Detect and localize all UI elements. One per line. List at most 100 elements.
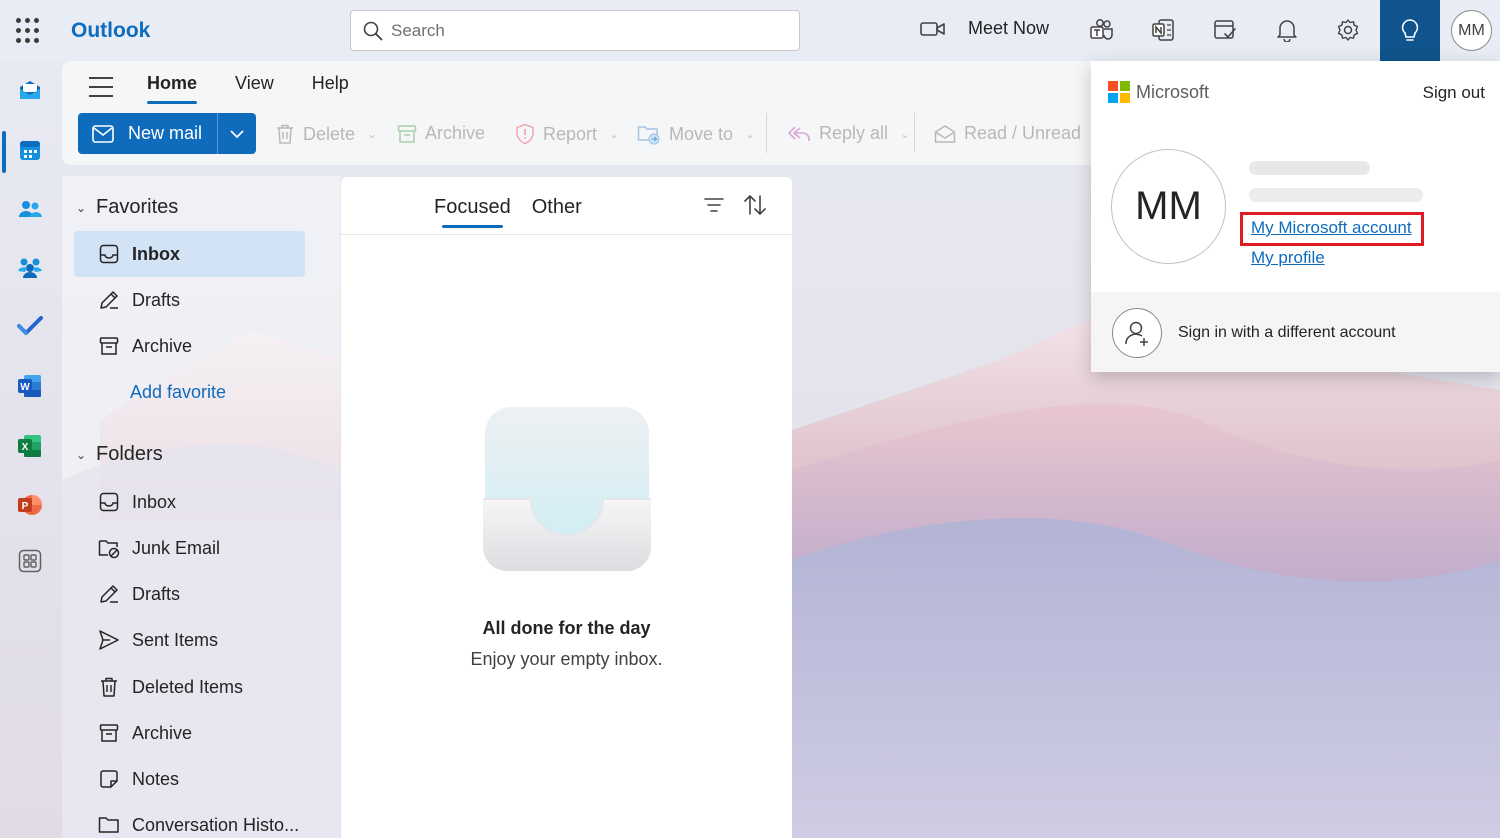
people-app-icon[interactable] [15,194,45,224]
junk-icon [98,537,120,559]
folder-item-junk-email[interactable]: Junk Email [74,525,305,571]
bell-icon[interactable] [1272,14,1302,46]
different-account-row[interactable]: Sign in with a different account [1091,292,1500,372]
empty-state-title: All done for the day [482,618,651,638]
read-unread-button[interactable]: Read / Unread [934,123,1081,144]
tips-button[interactable] [1380,0,1440,61]
new-mail-dropdown[interactable] [218,113,256,154]
tab-view[interactable]: View [235,73,274,100]
report-button[interactable]: Report ⌄ [515,123,619,145]
microsoft-brand: Microsoft [1108,81,1209,103]
sort-icon[interactable] [743,194,767,221]
gear-icon[interactable] [1333,14,1363,46]
my-microsoft-account-link[interactable]: My Microsoft account [1251,218,1412,238]
new-mail-label: New mail [128,123,203,143]
folder-item-sent-items[interactable]: Sent Items [74,617,305,663]
inbox-icon [98,491,120,513]
rail-active-indicator [2,131,6,173]
folder-item-inbox[interactable]: Inbox [74,479,305,525]
lightbulb-icon [1401,18,1419,41]
folder-item-label: Sent Items [132,629,219,650]
search-box[interactable] [350,10,800,51]
meet-now-label: Meet Now [968,18,1050,38]
folder-item-label: Inbox [132,491,177,512]
tab-focused[interactable]: Focused [434,196,511,228]
folder-item-conversation-history[interactable]: Conversation Histo... [74,802,305,838]
tab-home[interactable]: Home [147,73,198,104]
pencil-icon [98,289,120,311]
note-icon [98,768,120,790]
delete-label: Delete [303,123,356,144]
favorite-item-label: Archive [132,335,193,356]
groups-app-icon[interactable] [15,252,45,282]
powerpoint-app-icon[interactable]: P [15,490,45,520]
reply-all-button[interactable]: Reply all ⌄ [787,123,910,144]
folder-item-label: Junk Email [132,537,221,558]
folders-header[interactable]: ⌄ Folders [76,443,163,466]
ribbon: Home View Help New mail Delete ⌄ Archive… [62,61,1102,165]
folder-item-label: Archive [132,722,193,743]
new-mail-button[interactable]: New mail [78,113,218,154]
app-launcher-icon[interactable] [14,16,44,46]
folder-pane: ⌄ Favorites Inbox Drafts Archive Add fav… [62,176,340,838]
favorite-item-inbox[interactable]: Inbox [74,231,305,277]
word-app-icon[interactable]: W [15,371,45,401]
folder-item-deleted-items[interactable]: Deleted Items [74,664,305,710]
calendar-app-icon[interactable] [15,135,45,165]
chevron-down-icon: ⌄ [367,127,378,141]
move-to-button[interactable]: Move to ⌄ [637,123,755,145]
folder-item-archive[interactable]: Archive [74,710,305,756]
svg-text:W: W [20,382,30,393]
my-profile-link[interactable]: My profile [1251,248,1325,268]
folder-move-icon [637,126,660,145]
chevron-down-icon: ⌄ [900,126,911,141]
mail-app-icon[interactable] [15,75,45,105]
app-title[interactable]: Outlook [71,19,150,43]
archive-icon [98,335,120,357]
calendar-check-icon[interactable] [1210,14,1240,46]
add-person-icon [1112,308,1162,358]
archive-button[interactable]: Archive [397,123,485,144]
teams-icon[interactable] [1087,14,1117,46]
account-name-placeholder [1249,161,1370,175]
chevron-down-icon: ⌄ [609,127,620,141]
top-bar: Outlook Meet Now [0,0,1500,61]
account-avatar-button[interactable]: MM [1451,10,1492,51]
video-camera-icon [920,21,945,36]
empty-inbox-illustration [483,407,651,571]
add-favorite-link[interactable]: Add favorite [130,382,226,403]
search-input[interactable] [391,19,781,43]
inbox-icon [98,243,120,265]
reply-all-label: Reply all [819,123,889,143]
delete-button[interactable]: Delete ⌄ [275,123,377,145]
filter-icon[interactable] [704,196,724,219]
microsoft-logo-icon [1108,81,1130,103]
ribbon-divider [766,113,767,153]
favorite-item-label: Inbox [132,243,180,264]
more-apps-icon[interactable] [15,546,45,576]
divider [341,234,792,235]
sign-out-button[interactable]: Sign out [1423,83,1485,103]
onenote-icon[interactable] [1148,14,1178,46]
folder-item-drafts[interactable]: Drafts [74,571,305,617]
folder-item-notes[interactable]: Notes [74,756,305,802]
favorite-item-archive[interactable]: Archive [74,323,305,369]
app-rail: W X P [0,61,62,838]
archive-label: Archive [425,123,486,143]
folder-item-label: Drafts [132,583,181,604]
todo-app-icon[interactable] [15,311,45,341]
tab-other[interactable]: Other [532,196,582,219]
report-label: Report [543,123,598,144]
search-icon [363,21,383,41]
trash-icon [277,124,293,144]
excel-app-icon[interactable]: X [15,431,45,461]
favorites-header[interactable]: ⌄ Favorites [76,196,178,219]
meet-now-button[interactable]: Meet Now [920,18,1049,39]
hamburger-menu-icon[interactable] [89,76,113,97]
tab-help[interactable]: Help [312,73,349,100]
move-to-label: Move to [669,123,734,144]
favorites-label: Favorites [96,196,179,218]
archive-icon [397,124,417,143]
account-manager-flyout: Microsoft Sign out MM My Microsoft accou… [1091,61,1500,372]
favorite-item-drafts[interactable]: Drafts [74,277,305,323]
